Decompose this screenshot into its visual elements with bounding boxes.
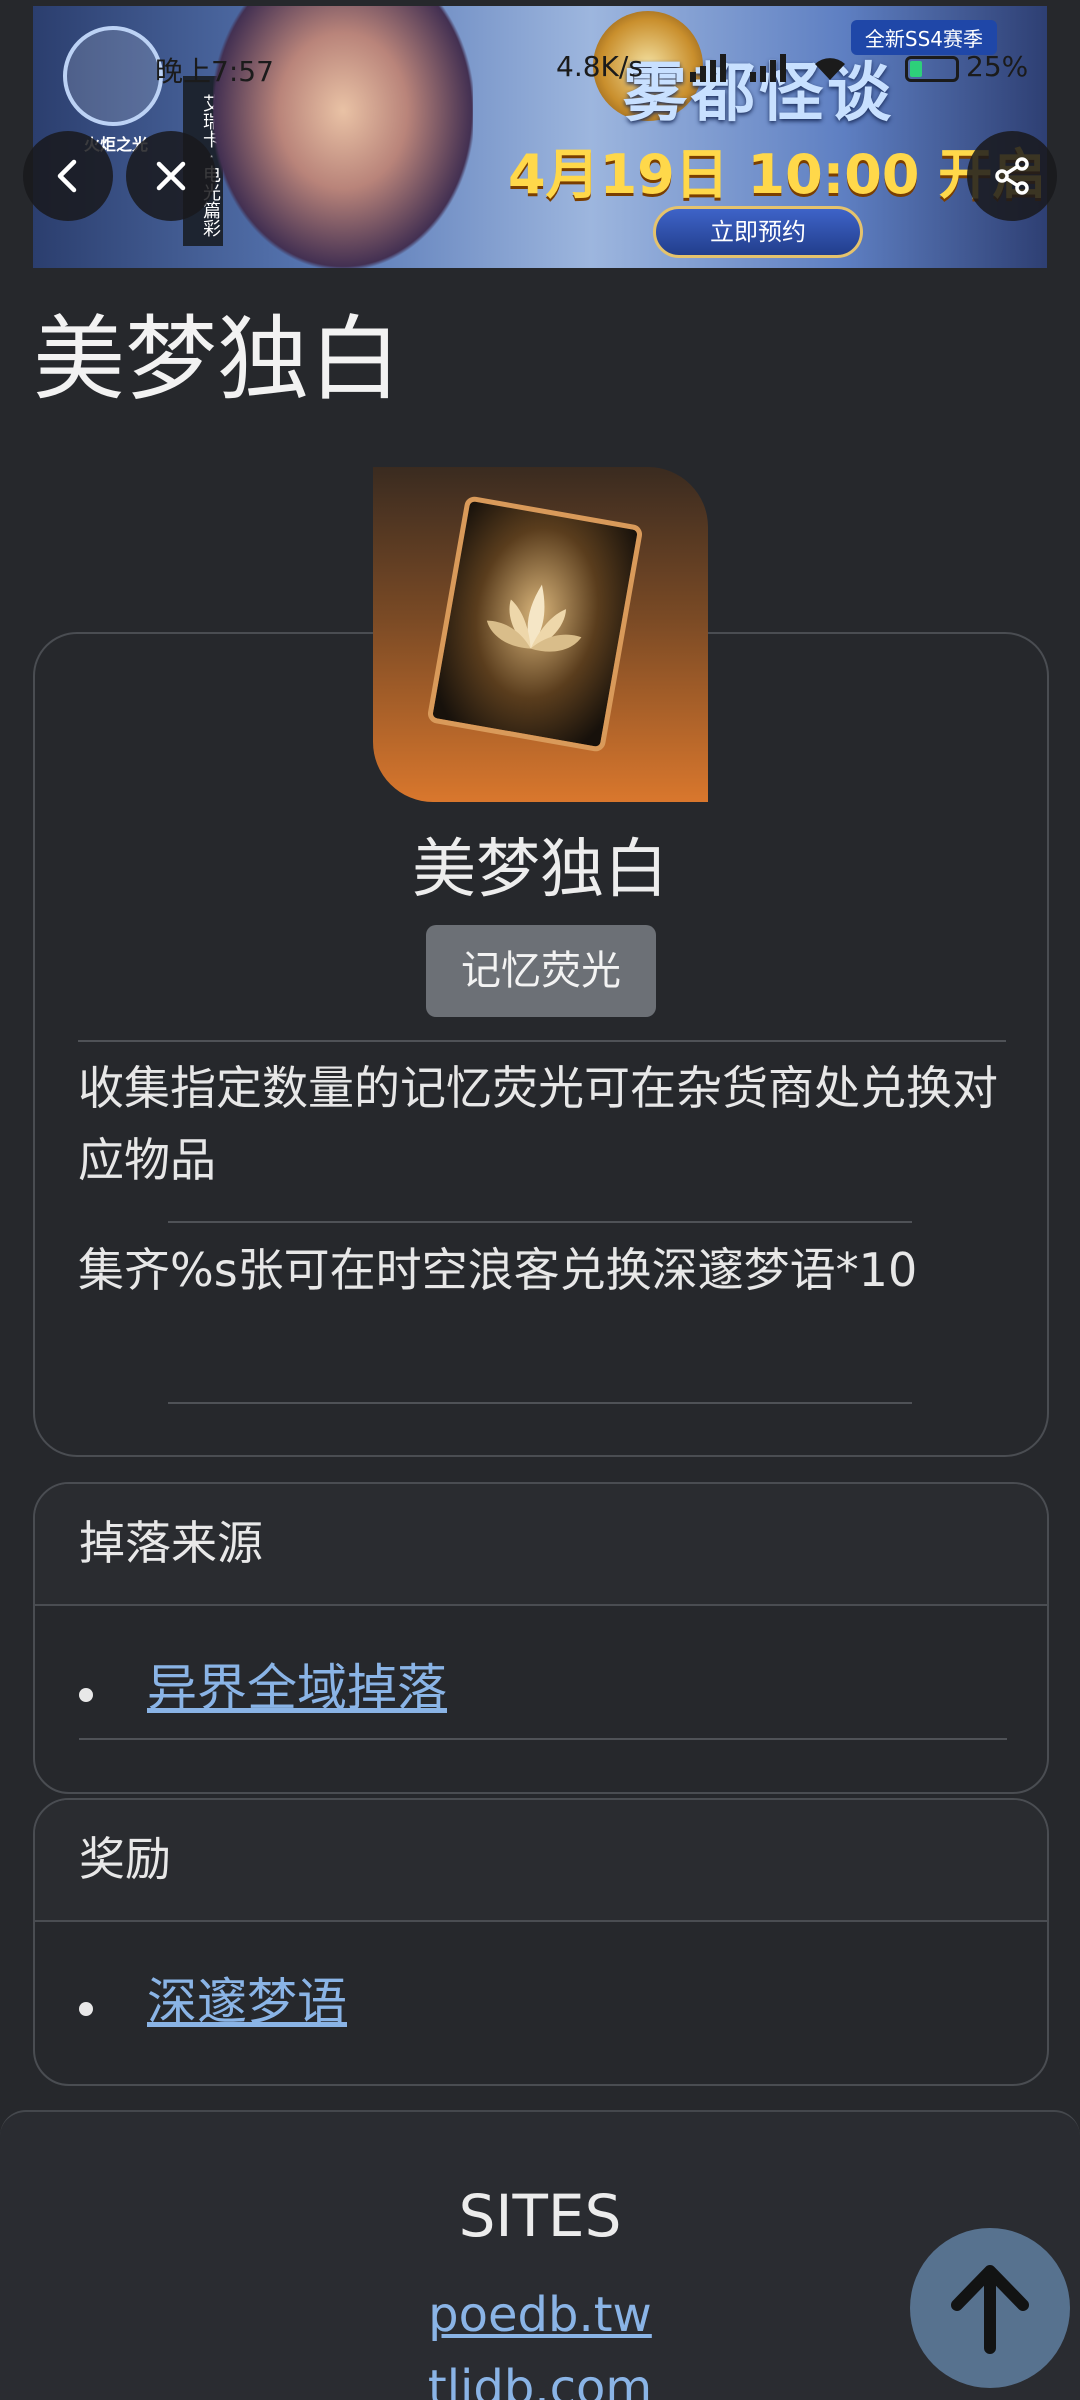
memory-card-art [426, 495, 644, 753]
drop-source-heading: 掉落来源 [35, 1484, 1047, 1606]
item-name: 美梦独白 [412, 833, 668, 907]
site-link-tlidb[interactable]: tlidb.com [0, 2360, 1080, 2400]
signal-icon [690, 50, 870, 91]
drop-source-section: 掉落来源 异界全域掉落 [33, 1482, 1049, 1794]
reserve-button[interactable]: 立即预约 [653, 206, 863, 258]
item-exchange-info: 集齐%s张可在时空浪客兑换深邃梦语*10 [78, 1243, 918, 1297]
lotus-icon [486, 584, 582, 652]
battery-icon [905, 56, 959, 82]
back-button[interactable] [23, 131, 113, 221]
divider [78, 1040, 1006, 1042]
network-speed: 4.8K/s [556, 50, 643, 83]
item-image [373, 467, 708, 802]
rewards-heading: 奖励 [35, 1800, 1047, 1922]
chevron-left-icon [57, 159, 77, 193]
divider [168, 1402, 912, 1404]
arrow-up-icon [951, 2265, 1029, 2354]
status-time: 晚上7:57 [155, 55, 274, 88]
bullet [79, 1688, 93, 1702]
item-description: 收集指定数量的记忆荧光可在杂货商处兑换对应物品 [78, 1061, 998, 1187]
character-illustration [213, 6, 473, 268]
page-title: 美梦独白 [33, 306, 402, 413]
share-icon [995, 157, 1029, 195]
banner-date: 4月19日 10:00 开启 [508, 143, 1047, 206]
back-to-top-button[interactable] [910, 2228, 1070, 2388]
rewards-section: 奖励 深邃梦语 [33, 1798, 1049, 2086]
bullet [79, 2002, 93, 2016]
divider [79, 1738, 1007, 1740]
status-bar: 晚上7:57 4.8K/s 25% [0, 50, 1080, 96]
divider [168, 1221, 912, 1223]
drop-source-link[interactable]: 异界全域掉落 [147, 1648, 447, 1720]
close-button[interactable] [126, 131, 216, 221]
sites-heading: SITES [458, 2182, 622, 2250]
reward-link[interactable]: 深邃梦语 [147, 1962, 347, 2034]
page: 火炬之光 艾瑞卡 · 电光篇彩 全新SS4赛季 雾都怪谈 4月19日 10:00… [0, 0, 1080, 2400]
battery-percent: 25% [966, 50, 1029, 83]
close-icon [156, 161, 186, 191]
footer: SITES poedb.tw tlidb.com [0, 2110, 1080, 2400]
share-button[interactable] [967, 131, 1057, 221]
item-type-badge: 记忆荧光 [426, 925, 656, 1017]
